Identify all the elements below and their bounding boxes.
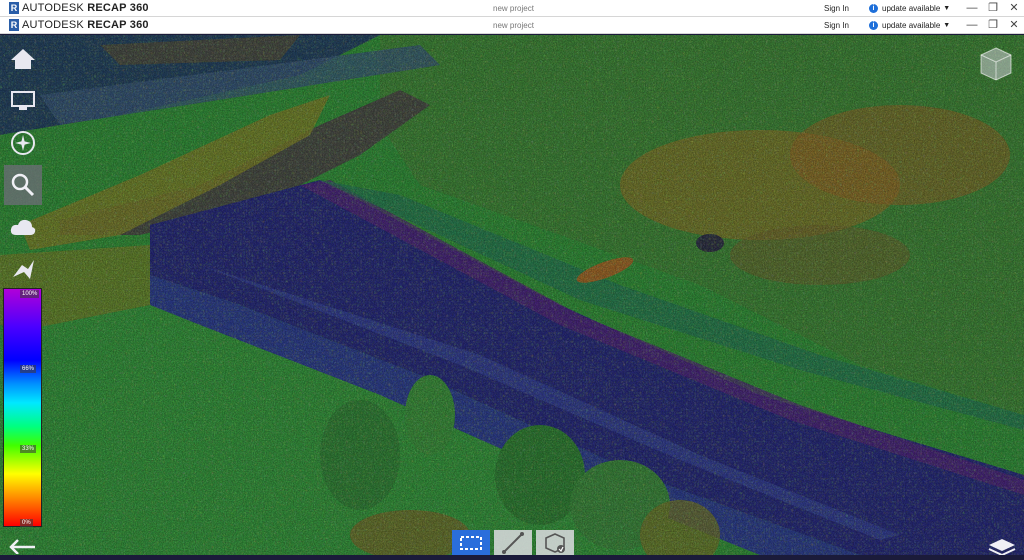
cloud-icon (10, 219, 36, 235)
display-button[interactable] (4, 81, 42, 121)
point-cloud-viewport[interactable] (0, 35, 1024, 555)
view-cube-icon (980, 47, 1012, 81)
caret-down-icon: ▼ (943, 21, 951, 29)
share-icon (13, 260, 34, 279)
title-bar-secondary: R AUTODESK RECAP 360 new project Sign In… (0, 17, 1024, 34)
close-button[interactable]: ✕ (1008, 18, 1020, 32)
caret-down-icon: ▼ (943, 4, 951, 12)
close-button[interactable]: ✕ (1008, 1, 1020, 15)
app-logo: R AUTODESK RECAP 360 (9, 2, 479, 14)
measure-button[interactable] (494, 530, 532, 555)
update-available-button[interactable]: i update available ▼ (869, 20, 951, 30)
back-button[interactable] (8, 538, 36, 559)
minimize-button[interactable]: — (966, 18, 978, 32)
update-label: update available (882, 20, 941, 30)
info-icon: i (869, 20, 878, 30)
layers-button[interactable] (988, 538, 1016, 560)
search-icon (11, 173, 35, 197)
legend-label-low: 33% (20, 445, 37, 453)
navigate-button[interactable] (4, 123, 42, 163)
app-logo: R AUTODESK RECAP 360 (9, 19, 479, 31)
clip-icon (545, 532, 565, 553)
info-icon: i (869, 3, 878, 13)
legend-label-mid: 66% (20, 365, 37, 373)
compass-icon (11, 131, 35, 155)
restore-button[interactable]: ❐ (987, 18, 999, 32)
left-toolbar (4, 39, 42, 291)
minimize-button[interactable]: — (966, 1, 978, 15)
bottom-toolbar (452, 530, 574, 555)
legend-label-top: 100% (20, 290, 40, 298)
back-arrow-icon (9, 539, 35, 555)
point-cloud-render (0, 35, 1024, 555)
box-select-button[interactable] (452, 530, 490, 555)
brand-name: AUTODESK (22, 2, 84, 14)
home-icon (11, 49, 35, 69)
measure-icon (502, 531, 524, 554)
view-cube[interactable] (979, 46, 1013, 82)
box-select-icon (460, 535, 482, 550)
legend-label-bottom: 0% (20, 519, 33, 527)
brand-name: AUTODESK (22, 19, 84, 31)
cloud-button[interactable] (4, 207, 42, 247)
update-available-button[interactable]: i update available ▼ (869, 3, 951, 13)
monitor-icon (11, 91, 35, 110)
search-button[interactable] (4, 165, 42, 205)
project-name: new project (493, 20, 534, 30)
recap-logo-icon: R (9, 2, 19, 14)
update-label: update available (882, 3, 941, 13)
product-name: RECAP 360 (87, 2, 149, 14)
clip-button[interactable] (536, 530, 574, 555)
project-name: new project (493, 3, 534, 13)
share-button[interactable] (4, 249, 42, 289)
title-bar: R AUTODESK RECAP 360 new project Sign In… (0, 0, 1024, 17)
recap-logo-icon: R (9, 19, 19, 31)
layers-icon (988, 539, 1016, 557)
home-button[interactable] (4, 39, 42, 79)
restore-button[interactable]: ❐ (987, 1, 999, 15)
product-name: RECAP 360 (87, 19, 149, 31)
sign-in-link[interactable]: Sign In (824, 4, 849, 13)
sign-in-link[interactable]: Sign In (824, 21, 849, 30)
intensity-legend: 100% 66% 33% 0% (3, 288, 42, 527)
